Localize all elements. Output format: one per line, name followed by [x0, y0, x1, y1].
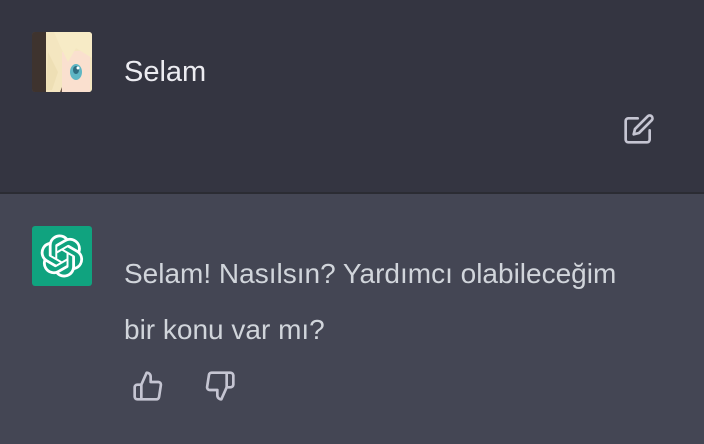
edit-icon [624, 114, 654, 144]
user-message: Selam [0, 0, 704, 194]
thumbs-down-icon [205, 371, 235, 401]
edit-message-button[interactable] [622, 112, 656, 146]
user-avatar [32, 32, 92, 92]
anime-girl-avatar-icon [32, 32, 92, 92]
assistant-avatar [32, 226, 92, 286]
thumbs-up-icon [133, 371, 163, 401]
thumbs-down-button[interactable] [202, 368, 238, 404]
assistant-message-text: Selam! Nasılsın? Yardımcı olabileceğim b… [124, 258, 617, 345]
chat-thread: Selam Selam! Nasılsın? Yardımcı olabilec… [0, 0, 704, 444]
openai-logo-icon [40, 234, 84, 278]
assistant-message: Selam! Nasılsın? Yardımcı olabileceğim b… [0, 194, 704, 444]
user-message-text: Selam [124, 56, 207, 88]
thumbs-up-button[interactable] [130, 368, 166, 404]
